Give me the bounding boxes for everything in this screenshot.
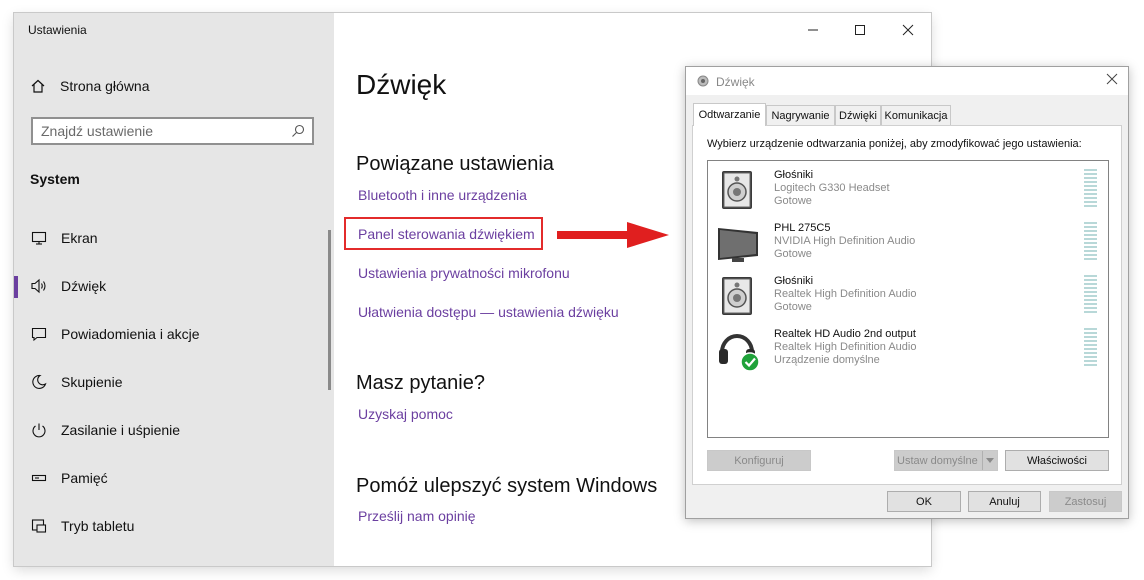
minimize-icon	[808, 29, 818, 31]
sidebar-item-dzwiek[interactable]: Dźwięk	[14, 266, 334, 306]
monitor-icon	[30, 229, 48, 247]
improve-windows-heading: Pomóż ulepszyć system Windows	[356, 475, 658, 497]
sidebar-item-label: Powiadomienia i akcje	[61, 326, 200, 342]
tab-komunikacja[interactable]: Komunikacja	[881, 105, 951, 125]
sidebar-item-label: Skupienie	[61, 374, 123, 390]
sidebar-scrollbar[interactable]	[328, 230, 331, 390]
device-status: Gotowe	[774, 195, 812, 207]
bluetooth-link[interactable]: Bluetooth i inne urządzenia	[358, 187, 527, 203]
dialog-titlebar[interactable]: Dźwięk	[686, 67, 1128, 95]
device-item[interactable]: Realtek HD Audio 2nd output Realtek High…	[716, 326, 1106, 376]
sidebar-item-skupienie[interactable]: Skupienie	[14, 362, 334, 402]
cancel-button[interactable]: Anuluj	[968, 491, 1041, 512]
device-list[interactable]: Głośniki Logitech G330 Headset Gotowe PH…	[707, 160, 1109, 438]
device-driver: NVIDIA High Definition Audio	[774, 235, 916, 247]
device-name: PHL 275C5	[774, 222, 831, 234]
sidebar-item-tryb-tabletu[interactable]: Tryb tabletu	[14, 506, 334, 546]
maximize-button[interactable]	[848, 21, 872, 39]
sidebar-item-label: Pamięć	[61, 470, 108, 486]
sidebar-item-ekran[interactable]: Ekran	[14, 218, 334, 258]
apply-button[interactable]: Zastosuj	[1049, 491, 1122, 512]
search-icon	[292, 124, 305, 137]
device-item[interactable]: PHL 275C5 NVIDIA High Definition Audio G…	[716, 220, 1106, 270]
accessibility-sound-link[interactable]: Ułatwienia dostępu — ustawienia dźwięku	[358, 304, 619, 320]
device-name: Głośniki	[774, 169, 814, 181]
sidebar-item-zasilanie[interactable]: Zasilanie i uśpienie	[14, 410, 334, 450]
sidebar-item-label: Ekran	[61, 230, 98, 246]
headphones-default-icon	[719, 334, 760, 372]
device-status: Gotowe	[774, 301, 812, 313]
volume-meter	[1084, 222, 1097, 262]
set-default-button[interactable]: Ustaw domyślne	[894, 450, 998, 471]
volume-meter	[1084, 169, 1097, 209]
sidebar-item-pamiec[interactable]: Pamięć	[14, 458, 334, 498]
question-heading: Masz pytanie?	[356, 372, 485, 394]
feedback-link[interactable]: Prześlij nam opinię	[358, 508, 476, 524]
get-help-link[interactable]: Uzyskaj pomoc	[358, 406, 453, 422]
close-button[interactable]	[896, 21, 920, 39]
section-heading: System	[30, 171, 80, 187]
device-status: Gotowe	[774, 248, 812, 260]
speaker-icon	[697, 75, 709, 87]
device-name: Realtek HD Audio 2nd output	[774, 328, 916, 340]
dialog-close-button[interactable]	[1106, 72, 1118, 90]
dialog-title: Dźwięk	[716, 75, 755, 89]
sound-dialog: Dźwięk Odtwarzanie Nagrywanie Dźwięki Ko…	[685, 66, 1129, 519]
microphone-privacy-link[interactable]: Ustawienia prywatności mikrofonu	[358, 265, 570, 281]
ok-button[interactable]: OK	[887, 491, 961, 512]
minimize-button[interactable]	[801, 21, 825, 39]
home-label: Strona główna	[60, 78, 150, 94]
close-icon	[902, 24, 914, 36]
red-arrow	[557, 222, 669, 248]
home-nav-item[interactable]: Strona główna	[30, 75, 150, 97]
tablet-icon	[30, 517, 48, 535]
window-title: Ustawienia	[28, 23, 87, 37]
properties-button[interactable]: Właściwości	[1005, 450, 1109, 471]
chevron-down-icon	[982, 451, 997, 470]
device-item[interactable]: Głośniki Realtek High Definition Audio G…	[716, 273, 1106, 323]
instruction-text: Wybierz urządzenie odtwarzania poniżej, …	[707, 138, 1082, 150]
tab-nagrywanie[interactable]: Nagrywanie	[766, 105, 835, 125]
set-default-label: Ustaw domyślne	[897, 454, 978, 467]
tab-dzwieki[interactable]: Dźwięki	[835, 105, 881, 125]
monitor-device-icon	[718, 228, 758, 262]
tab-odtwarzanie[interactable]: Odtwarzanie	[693, 103, 766, 126]
search-input[interactable]	[33, 119, 281, 143]
home-icon	[31, 79, 45, 93]
volume-meter	[1084, 275, 1097, 315]
power-icon	[30, 421, 48, 439]
sound-control-panel-link[interactable]: Panel sterowania dźwiękiem	[358, 226, 535, 242]
sidebar-item-label: Tryb tabletu	[61, 518, 135, 534]
device-driver: Realtek High Definition Audio	[774, 288, 917, 300]
volume-meter	[1084, 328, 1097, 368]
speaker-device-icon	[722, 277, 752, 315]
storage-icon	[30, 469, 48, 487]
close-icon	[1106, 73, 1118, 85]
sidebar-item-label: Zasilanie i uśpienie	[61, 422, 181, 438]
search-box[interactable]	[31, 117, 314, 145]
sidebar-item-powiadomienia[interactable]: Powiadomienia i akcje	[14, 314, 334, 354]
device-name: Głośniki	[774, 275, 814, 287]
device-driver: Logitech G330 Headset	[774, 182, 890, 194]
maximize-icon	[855, 25, 865, 35]
configure-button[interactable]: Konfiguruj	[707, 450, 811, 471]
notification-icon	[30, 325, 48, 343]
speaker-icon	[30, 277, 48, 295]
speaker-device-icon	[722, 171, 752, 209]
related-settings-heading: Powiązane ustawienia	[356, 153, 554, 175]
page-title: Dźwięk	[356, 69, 447, 100]
device-status: Urządzenie domyślne	[774, 354, 880, 366]
device-item[interactable]: Głośniki Logitech G330 Headset Gotowe	[716, 167, 1106, 217]
device-driver: Realtek High Definition Audio	[774, 341, 917, 353]
settings-sidebar: Ustawienia Strona główna System Ekran Dź…	[14, 13, 334, 566]
sidebar-item-label: Dźwięk	[61, 278, 107, 294]
moon-icon	[30, 373, 48, 391]
